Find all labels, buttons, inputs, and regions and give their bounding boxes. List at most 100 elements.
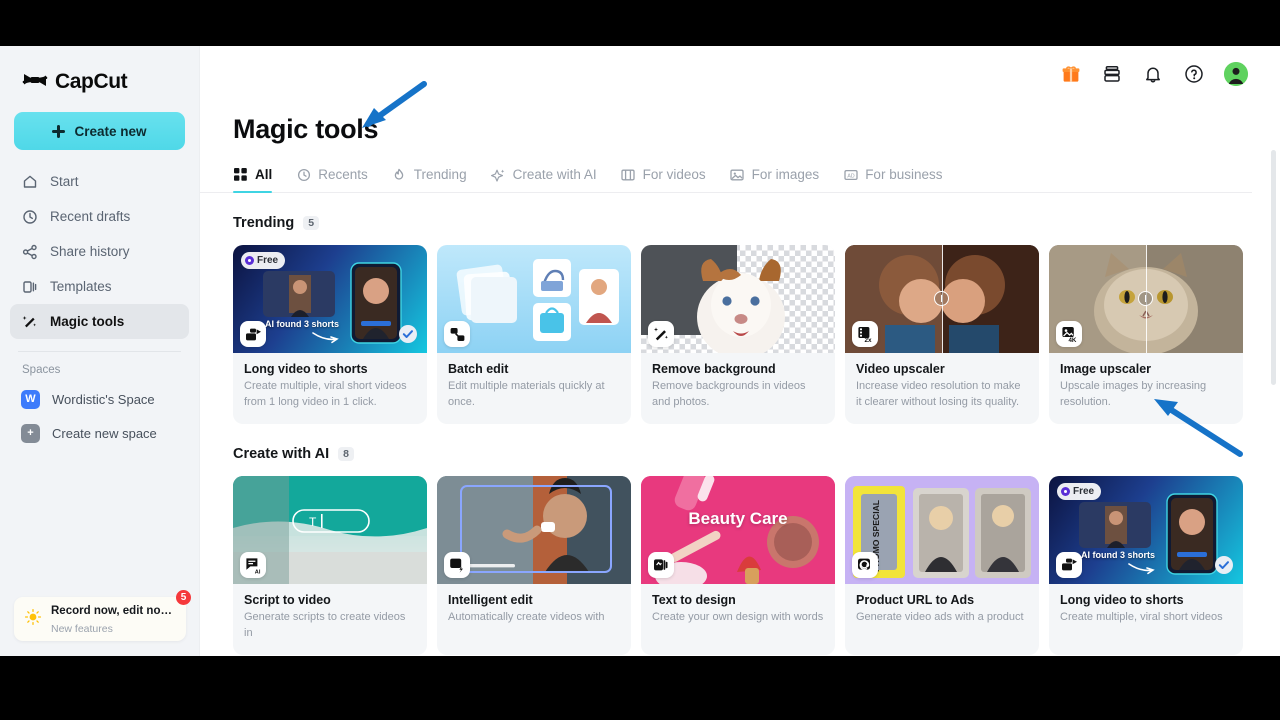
svg-text:AD: AD: [847, 173, 854, 179]
user-avatar[interactable]: [1224, 62, 1248, 86]
thumbnail-overlay-text: AI found 3 shorts: [265, 319, 339, 329]
sidebar-item-magic-tools[interactable]: Magic tools: [10, 304, 189, 339]
card-body: Text to design Create your own design wi…: [641, 584, 835, 639]
templates-icon: [21, 278, 38, 295]
card-thumbnail: 4K: [1049, 245, 1243, 353]
card-body: Intelligent edit Automatically create vi…: [437, 584, 631, 639]
tab-all[interactable]: All: [233, 167, 272, 192]
gift-icon[interactable]: [1060, 63, 1082, 85]
tool-card-script-to-video[interactable]: T AI Script to video Generate scripts to…: [233, 476, 427, 655]
section-title: Create with AI: [233, 446, 329, 462]
card-body: Video upscaler Increase video resolution…: [845, 353, 1039, 424]
card-body: Product URL to Ads Generate video ads wi…: [845, 584, 1039, 639]
card-title: Long video to shorts: [1060, 593, 1232, 607]
tool-card-image-upscaler[interactable]: 4K Image upscaler Upscale images by incr…: [1049, 245, 1243, 424]
tool-card-long-video-to-shorts[interactable]: AI found 3 shorts Free: [233, 245, 427, 424]
design-icon: [648, 552, 674, 578]
section-trending: Trending 5: [200, 193, 1280, 424]
card-thumbnail: [437, 245, 631, 353]
tab-trending[interactable]: Trending: [392, 167, 467, 192]
card-thumbnail: T AI: [233, 476, 427, 584]
image-icon: [730, 167, 745, 182]
section-count-badge: 5: [303, 216, 319, 230]
split-video-icon: [240, 321, 266, 347]
tab-for-business[interactable]: AD For business: [843, 167, 942, 192]
share-icon: [21, 243, 38, 260]
sidebar-nav: Start Recent drafts Share history: [0, 164, 199, 339]
card-description: Automatically create videos with: [448, 610, 620, 626]
create-new-button[interactable]: Create new: [14, 112, 185, 150]
sidebar-item-recent-drafts[interactable]: Recent drafts: [10, 199, 189, 234]
tab-for-videos[interactable]: For videos: [621, 167, 706, 192]
card-thumbnail: [641, 245, 835, 353]
card-title: Long video to shorts: [244, 362, 416, 376]
help-circle-icon[interactable]: [1183, 63, 1205, 85]
tool-card-video-upscaler[interactable]: 2x Video upscaler Increase video resolut…: [845, 245, 1039, 424]
space-item-wordistic[interactable]: W Wordistic's Space: [0, 382, 199, 416]
home-icon: [21, 173, 38, 190]
vertical-scrollbar[interactable]: [1271, 150, 1276, 385]
card-thumbnail: [437, 476, 631, 584]
card-row: AI found 3 shorts Free: [233, 245, 1280, 424]
magic-wand-icon: [648, 321, 674, 347]
promo-card[interactable]: Record now, edit no… New features 5: [14, 597, 186, 641]
sidebar-item-label: Recent drafts: [50, 209, 130, 224]
sidebar-item-start[interactable]: Start: [10, 164, 189, 199]
auto-edit-icon: [444, 552, 470, 578]
storage-box-icon[interactable]: [1101, 63, 1123, 85]
card-thumbnail: 2x: [845, 245, 1039, 353]
card-description: Remove backgrounds in videos and photos.: [652, 379, 824, 411]
page-title: Magic tools: [200, 102, 1280, 145]
before-after-slider-knob[interactable]: [934, 291, 949, 306]
free-badge-dot-icon: [1061, 487, 1070, 496]
card-description: Create your own design with words: [652, 610, 824, 626]
create-new-space-button[interactable]: + Create new space: [0, 416, 199, 450]
card-title: Remove background: [652, 362, 824, 376]
tab-label: For images: [752, 167, 820, 182]
tab-bar: All Recents Trending: [200, 145, 1252, 193]
before-after-slider-knob[interactable]: [1138, 291, 1153, 306]
sidebar-item-share-history[interactable]: Share history: [10, 234, 189, 269]
notification-bell-icon[interactable]: [1142, 63, 1164, 85]
section-create-with-ai: Create with AI 8 T: [200, 424, 1280, 655]
tab-label: For videos: [643, 167, 706, 182]
tab-label: All: [255, 167, 272, 182]
section-count-badge: 8: [338, 447, 354, 461]
tool-card-remove-background[interactable]: Remove background Remove backgrounds in …: [641, 245, 835, 424]
tab-label: Recents: [318, 167, 368, 182]
card-row: T AI Script to video Generate scripts to…: [233, 476, 1280, 655]
card-thumbnail: PROMO SPECIAL: [845, 476, 1039, 584]
sidebar-item-templates[interactable]: Templates: [10, 269, 189, 304]
film-icon: [621, 167, 636, 182]
tool-card-text-to-design[interactable]: Beauty Care Text to design Create your o…: [641, 476, 835, 655]
card-title: Batch edit: [448, 362, 620, 376]
magic-wand-icon: [21, 313, 38, 330]
free-badge-label: Free: [257, 255, 278, 266]
card-description: Create multiple, viral short videos from…: [244, 379, 416, 411]
tab-create-with-ai[interactable]: Create with AI: [491, 167, 597, 192]
plus-icon: +: [21, 424, 40, 443]
promo-subtitle: New features: [51, 623, 113, 635]
film-2x-icon: 2x: [852, 321, 878, 347]
card-thumbnail: AI found 3 shorts Free: [1049, 476, 1243, 584]
free-badge-dot-icon: [245, 256, 254, 265]
tab-for-images[interactable]: For images: [730, 167, 820, 192]
tool-card-batch-edit[interactable]: Batch edit Edit multiple materials quick…: [437, 245, 631, 424]
section-header: Create with AI 8: [233, 446, 1280, 462]
space-avatar: W: [21, 390, 40, 409]
batch-stack-icon: [444, 321, 470, 347]
free-badge: Free: [241, 252, 285, 269]
tool-card-intelligent-edit[interactable]: Intelligent edit Automatically create vi…: [437, 476, 631, 655]
tool-card-product-url-to-ads[interactable]: PROMO SPECIAL Product URL to Ads Generat…: [845, 476, 1039, 655]
card-body: Script to video Generate scripts to crea…: [233, 584, 427, 655]
brand-logo[interactable]: CapCut: [0, 46, 199, 102]
card-title: Image upscaler: [1060, 362, 1232, 376]
svg-text:2x: 2x: [864, 337, 872, 343]
card-title: Product URL to Ads: [856, 593, 1028, 607]
card-body: Batch edit Edit multiple materials quick…: [437, 353, 631, 424]
link-ad-icon: [852, 552, 878, 578]
split-video-icon: [1056, 552, 1082, 578]
tab-recents[interactable]: Recents: [296, 167, 368, 192]
create-new-label: Create new: [74, 124, 146, 139]
tool-card-long-video-to-shorts-2[interactable]: AI found 3 shorts Free: [1049, 476, 1243, 655]
